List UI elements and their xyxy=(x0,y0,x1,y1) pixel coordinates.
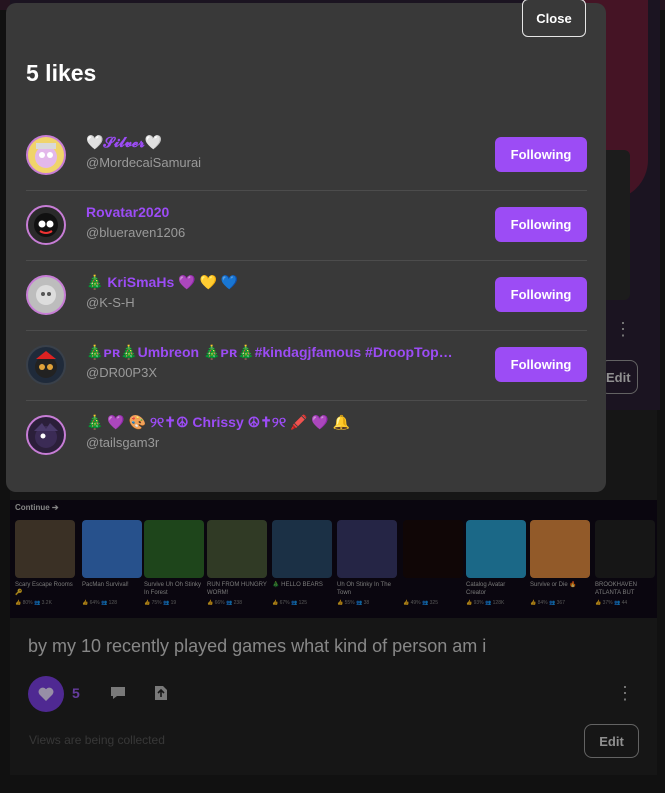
following-button[interactable]: Following xyxy=(495,277,587,312)
modal-title: 5 likes xyxy=(26,60,97,86)
user-handle[interactable]: @MordecaiSamurai xyxy=(86,155,201,170)
following-button[interactable]: Following xyxy=(495,347,587,382)
following-button[interactable]: Following xyxy=(495,207,587,242)
user-name[interactable]: 🎄 💜 🎨 ୨୧✝︎☮ Chrissy ☮✝︎୨୧ 🖍️ 💜 🔔 xyxy=(86,414,350,431)
user-handle[interactable]: @blueraven1206 xyxy=(86,225,185,240)
user-name[interactable]: Rovatar2020 xyxy=(86,204,169,220)
user-row[interactable]: Rovatar2020 @blueraven1206 Following xyxy=(26,190,587,261)
user-name[interactable]: 🤍𝓢𝓲𝓵𝓿𝓮𝓻🤍 xyxy=(86,134,162,151)
user-handle[interactable]: @tailsgam3r xyxy=(86,435,159,450)
avatar-art xyxy=(36,285,56,305)
user-row[interactable]: 🎄ᴘʀ🎄Umbreon 🎄ᴘʀ🎄#kindagjfamous #DroopTop… xyxy=(26,330,587,401)
user-name[interactable]: 🎄ᴘʀ🎄Umbreon 🎄ᴘʀ🎄#kindagjfamous #DroopTop… xyxy=(86,344,453,361)
avatar[interactable] xyxy=(26,135,66,175)
avatar[interactable] xyxy=(26,275,66,315)
avatar[interactable] xyxy=(26,205,66,245)
user-name[interactable]: 🎄 KriSmaHs 💜 💛 💙 xyxy=(86,274,238,291)
avatar[interactable] xyxy=(26,415,66,455)
likes-modal: Close 5 likes 🤍𝓢𝓲𝓵𝓿𝓮𝓻🤍 @MordecaiSamurai … xyxy=(6,0,606,492)
avatar-art xyxy=(35,143,57,168)
avatar[interactable] xyxy=(26,345,66,385)
user-row[interactable]: 🎄 KriSmaHs 💜 💛 💙 @K-S-H Following xyxy=(26,260,587,331)
avatar-art xyxy=(35,351,57,378)
avatar-art xyxy=(34,423,58,448)
user-row[interactable]: 🎄 💜 🎨 ୨୧✝︎☮ Chrissy ☮✝︎୨୧ 🖍️ 💜 🔔 @tailsg… xyxy=(26,400,587,470)
close-button[interactable]: Close xyxy=(522,0,586,37)
following-button[interactable]: Following xyxy=(495,137,587,172)
avatar-art xyxy=(34,213,58,237)
user-row[interactable]: 🤍𝓢𝓲𝓵𝓿𝓮𝓻🤍 @MordecaiSamurai Following xyxy=(26,120,587,191)
user-handle[interactable]: @K-S-H xyxy=(86,295,135,310)
user-handle[interactable]: @DR00P3X xyxy=(86,365,157,380)
